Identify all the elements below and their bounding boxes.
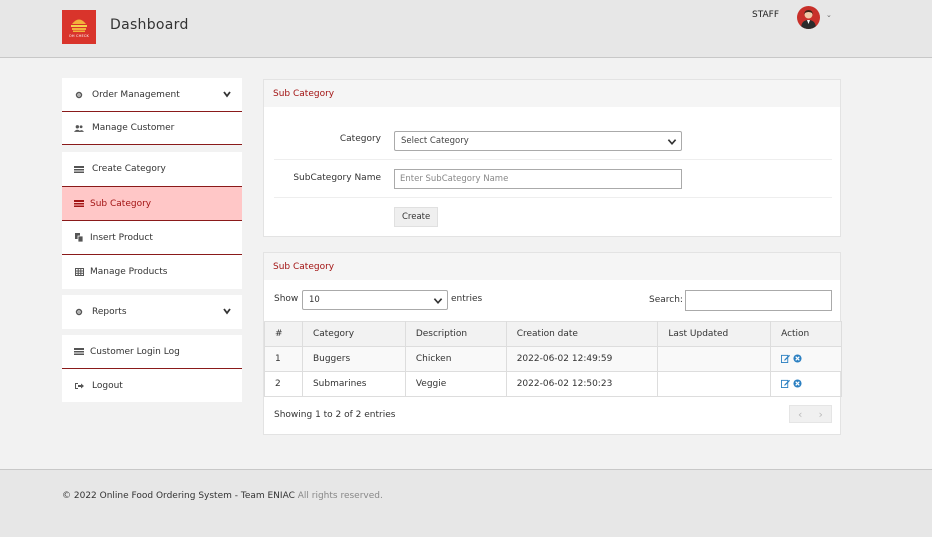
user-icon	[801, 10, 816, 29]
edit-icon[interactable]	[781, 379, 791, 388]
top-header: OH CHECK Dashboard STAFF ⌄	[0, 0, 932, 58]
sidebar-item-reports[interactable]: Reports	[62, 295, 242, 329]
column-header[interactable]: Action	[770, 321, 842, 347]
rights-text: All rights reserved.	[297, 491, 383, 501]
panel-title: Sub Category	[264, 80, 840, 107]
cell-actions	[770, 371, 842, 397]
table-icon	[74, 267, 84, 277]
subcategory-name-input[interactable]: Enter SubCategory Name	[394, 169, 682, 189]
chevron-down-icon	[667, 139, 677, 145]
cell-description: Veggie	[404, 371, 507, 397]
category-row: Category Select Category	[274, 122, 832, 160]
table-header-row: # Category Description Creation date Las…	[264, 321, 842, 347]
sidebar-item-label: Reports	[92, 307, 127, 317]
column-header[interactable]: Category	[301, 321, 406, 347]
logout-icon	[74, 381, 84, 391]
sidebar-item-label: Manage Products	[90, 267, 168, 277]
sidebar-item-manage-customer[interactable]: Manage Customer	[62, 112, 242, 145]
create-button[interactable]: Create	[394, 207, 439, 227]
column-header[interactable]: Creation date	[505, 321, 659, 347]
page-title: Dashboard	[110, 17, 189, 33]
logo-text: OH CHECK	[68, 33, 90, 38]
cell-updated	[657, 371, 772, 397]
category-select-value: Select Category	[401, 136, 469, 146]
users-icon	[74, 123, 84, 133]
table-row: 1 Buggers Chicken 2022-06-02 12:49:59	[264, 346, 842, 372]
copyright-text: © 2022 Online Food Ordering System - Tea…	[62, 491, 295, 501]
pagination: ‹ ›	[789, 405, 832, 423]
footer-text: © 2022 Online Food Ordering System - Tea…	[62, 491, 383, 501]
category-icon	[74, 164, 84, 174]
user-avatar[interactable]	[797, 6, 820, 29]
category-icon	[74, 199, 84, 209]
cell-updated	[657, 346, 772, 372]
sidebar-item-logout[interactable]: Logout	[62, 369, 242, 402]
sidebar-item-label: Logout	[92, 380, 123, 391]
sidebar-item-label: Customer Login Log	[90, 346, 180, 357]
cell-num: 2	[264, 371, 303, 397]
sidebar-item-sub-category[interactable]: Sub Category	[62, 186, 242, 221]
entries-label: entries	[451, 294, 483, 304]
column-header[interactable]: Description	[404, 321, 507, 347]
burger-icon	[71, 19, 87, 32]
cell-created: 2022-06-02 12:49:59	[505, 346, 659, 372]
delete-icon[interactable]	[793, 354, 802, 363]
table-info: Showing 1 to 2 of 2 entries	[274, 410, 396, 420]
chevron-down-icon[interactable]	[222, 306, 232, 316]
cell-created: 2022-06-02 12:50:23	[505, 371, 659, 397]
subcategory-table-panel: Sub Category Show 10 entries Search: # C…	[263, 252, 842, 435]
subcategory-table: # Category Description Creation date Las…	[264, 321, 842, 397]
prev-page-button[interactable]: ‹	[790, 406, 811, 422]
delete-icon[interactable]	[793, 379, 802, 388]
sidebar-group-orders: Order Management Manage Customer	[62, 78, 242, 145]
category-label: Category	[339, 134, 381, 144]
sidebar-item-label: Order Management	[92, 89, 180, 100]
sidebar-item-customer-login-log[interactable]: Customer Login Log	[62, 335, 242, 369]
subcategory-name-placeholder: Enter SubCategory Name	[400, 174, 509, 184]
column-header[interactable]: #	[264, 321, 303, 347]
sidebar-group-catalog: Create Category Sub Category Insert Prod…	[62, 152, 242, 289]
cell-num: 1	[264, 346, 303, 372]
user-role: STAFF	[752, 10, 780, 20]
sidebar-item-manage-products[interactable]: Manage Products	[62, 255, 242, 289]
subcategory-name-row: SubCategory Name Enter SubCategory Name	[274, 160, 832, 198]
chevron-down-icon	[433, 298, 443, 304]
search-input[interactable]	[685, 290, 832, 311]
entries-length-select[interactable]: 10	[302, 290, 448, 310]
cell-category: Buggers	[301, 346, 406, 372]
gear-icon	[74, 90, 84, 100]
category-select[interactable]: Select Category	[394, 131, 682, 151]
chevron-down-icon[interactable]	[222, 89, 232, 99]
sidebar-item-label: Insert Product	[90, 232, 153, 243]
table-row: 2 Submarines Veggie 2022-06-02 12:50:23	[264, 371, 842, 397]
panel-title: Sub Category	[264, 253, 840, 280]
cell-description: Chicken	[404, 346, 507, 372]
search-label: Search:	[649, 295, 683, 305]
gear-icon	[74, 307, 84, 317]
sidebar-item-label: Manage Customer	[92, 123, 175, 133]
category-icon	[74, 347, 84, 357]
sidebar-item-create-category[interactable]: Create Category	[62, 152, 242, 186]
cell-actions	[770, 346, 842, 372]
sidebar-group-account: Customer Login Log Logout	[62, 335, 242, 402]
edit-icon[interactable]	[781, 354, 791, 363]
subcategory-name-label: SubCategory Name	[293, 173, 381, 183]
show-label: Show	[274, 294, 299, 304]
sidebar-item-label: Create Category	[92, 164, 166, 174]
copy-icon	[74, 233, 84, 243]
sidebar-item-label: Sub Category	[90, 198, 152, 209]
page-footer: © 2022 Online Food Ordering System - Tea…	[0, 469, 932, 537]
entries-length-value: 10	[309, 295, 320, 305]
sidebar-item-order-management[interactable]: Order Management	[62, 78, 242, 112]
next-page-button[interactable]: ›	[811, 406, 832, 422]
cell-category: Submarines	[301, 371, 406, 397]
sidebar-item-insert-product[interactable]: Insert Product	[62, 221, 242, 255]
app-logo[interactable]: OH CHECK	[62, 10, 96, 44]
sidebar-group-reports: Reports	[62, 295, 242, 329]
subcategory-form-panel: Sub Category Category Select Category Su…	[263, 79, 841, 237]
chevron-down-icon[interactable]: ⌄	[826, 11, 832, 19]
column-header[interactable]: Last Updated	[657, 321, 772, 347]
